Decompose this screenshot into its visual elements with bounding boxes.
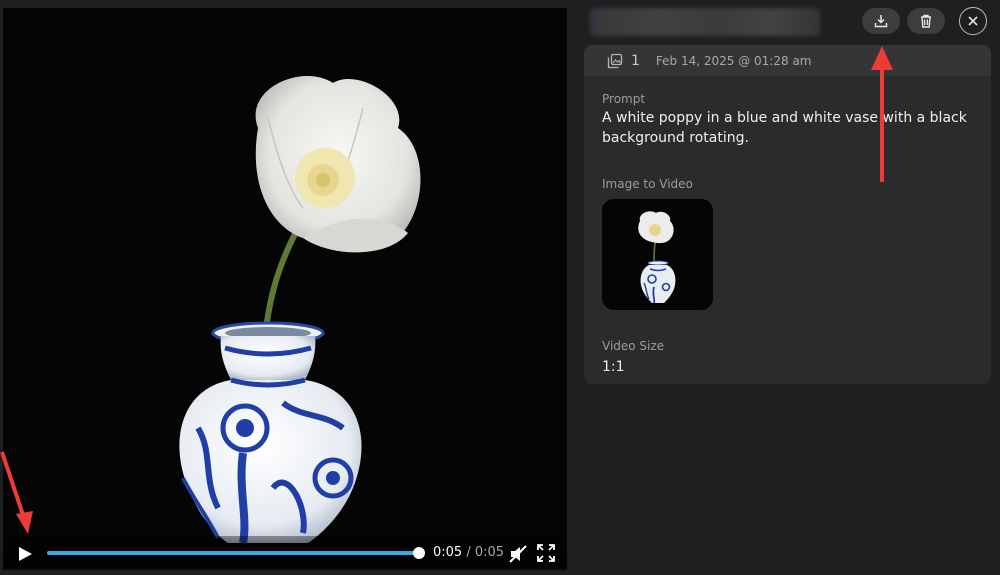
download-icon	[874, 15, 888, 28]
prompt-line: A white poppy in a blue and white vase w…	[602, 110, 967, 126]
current-time: 0:05	[433, 545, 463, 560]
prompt-text: A white poppy in a blue and white vase w…	[602, 108, 982, 148]
image-stack-icon	[607, 53, 623, 68]
time-separator: /	[466, 545, 471, 560]
prompt-label: Prompt	[602, 92, 646, 106]
close-button[interactable]	[959, 7, 987, 35]
seek-handle[interactable]	[413, 547, 425, 559]
image-to-video-label: Image to Video	[602, 177, 693, 191]
play-icon[interactable]	[15, 544, 35, 564]
video-detail-view: 0:05 / 0:05 1 Feb 14, 2025 @ 01:28 am Pr…	[0, 0, 1000, 575]
seek-bar[interactable]	[47, 547, 425, 559]
trash-icon	[921, 14, 931, 28]
blurred-title	[590, 8, 820, 36]
delete-button[interactable]	[907, 8, 945, 34]
prompt-line: background rotating.	[602, 130, 749, 146]
video-controls: 0:05 / 0:05	[3, 536, 567, 570]
video-size-label: Video Size	[602, 339, 665, 353]
video-frame	[3, 8, 567, 568]
image-count: 1	[631, 52, 640, 69]
video-size-value: 1:1	[602, 359, 625, 375]
close-icon	[968, 16, 978, 26]
download-button[interactable]	[862, 8, 900, 34]
video-player[interactable]	[3, 8, 567, 568]
created-date: Feb 14, 2025 @ 01:28 am	[655, 53, 812, 68]
details-header: 1 Feb 14, 2025 @ 01:28 am	[584, 45, 991, 76]
time-display: 0:05 / 0:05	[433, 545, 504, 560]
source-image-thumbnail[interactable]	[602, 199, 713, 310]
thumbnail-image	[602, 199, 713, 310]
mute-icon[interactable]	[508, 544, 528, 564]
fullscreen-icon[interactable]	[537, 544, 555, 562]
duration: 0:05	[474, 545, 505, 560]
seek-progress	[47, 551, 419, 555]
details-panel: 1 Feb 14, 2025 @ 01:28 am Prompt A white…	[584, 45, 991, 384]
